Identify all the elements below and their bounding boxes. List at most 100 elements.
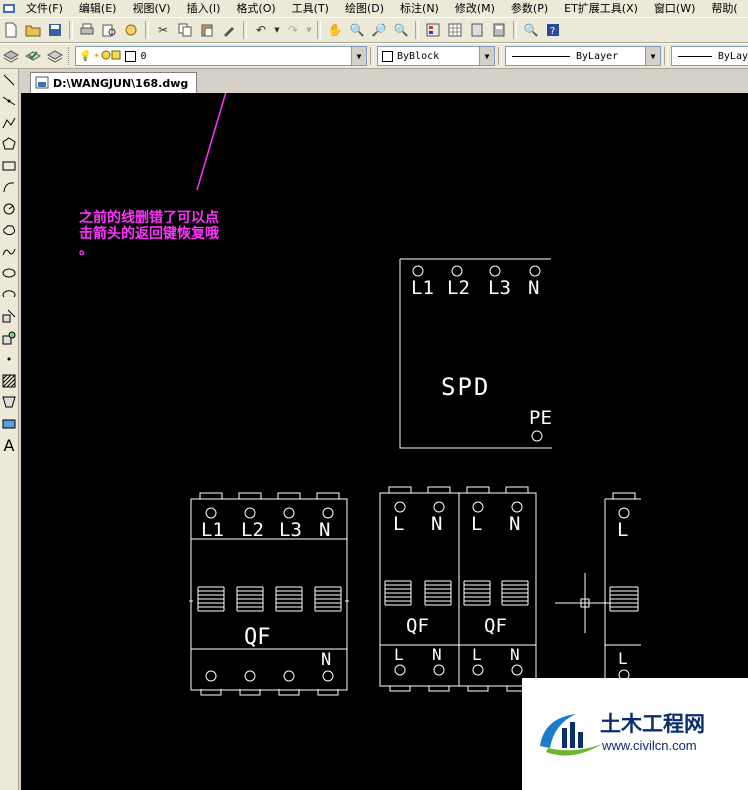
zoom-realtime-icon[interactable]: 🔍 [347,20,367,40]
polygon-icon[interactable] [0,134,18,156]
redo-dropdown-icon[interactable]: ▼ [305,20,313,40]
toolbar-grip [68,47,72,65]
zoom-icon[interactable]: 🔍 [521,20,541,40]
ellipse-icon[interactable] [0,263,18,285]
menu-window[interactable]: 窗口(W) [646,0,703,17]
qf1-bottom-label: L [618,649,628,668]
lineweight-dropdown[interactable]: ByLay [671,46,748,66]
menu-tools[interactable]: 工具(T) [284,0,337,17]
watermark-url: www.civilcn.com [602,738,697,753]
menu-draw[interactable]: 绘图(D) [337,0,392,17]
save-icon[interactable] [45,20,65,40]
qf4-label: QF [244,625,271,650]
toolbar-separator [513,21,517,39]
qf2a-bottom-label: N [432,645,442,664]
qf4-bottom-label: N [321,650,332,670]
pan-icon[interactable]: ✋ [325,20,345,40]
construction-line-icon[interactable] [0,91,18,113]
calculator-icon[interactable] [489,20,509,40]
hatch-icon[interactable] [0,370,18,392]
qf2b-bottom-label: N [510,645,520,664]
point-icon[interactable] [0,349,18,371]
circle-icon[interactable] [0,198,18,220]
new-icon[interactable] [1,20,21,40]
watermark-title: 土木工程网 [600,712,705,736]
layer-freeze-icon: ☀ [93,50,100,62]
document-tab[interactable]: D:\WANGJUN\168.dwg [30,72,198,93]
ellipse-arc-icon[interactable] [0,284,18,306]
spline-icon[interactable] [0,241,18,263]
app-menu-icon[interactable] [0,1,18,16]
rectangle-icon[interactable] [0,155,18,177]
menu-view[interactable]: 视图(V) [124,0,178,17]
qf2a-terminal-label: L [393,513,405,535]
qf4-terminal-label: L3 [279,519,302,541]
qf2a-bottom-label: L [394,645,404,664]
toolbar-separator [145,21,149,39]
open-icon[interactable] [23,20,43,40]
menu-help[interactable]: 帮助( [703,0,745,17]
chevron-down-icon[interactable]: ▼ [479,47,494,65]
layer-dropdown[interactable]: 💡 ☀ 0 ▼ [75,46,367,66]
cut-icon[interactable]: ✂ [153,20,173,40]
region-icon[interactable] [0,413,18,435]
print-preview-icon[interactable] [99,20,119,40]
help-icon[interactable]: ? [543,20,563,40]
undo-icon[interactable]: ↶ [251,20,271,40]
toolbar-separator [317,21,321,39]
menu-file[interactable]: 文件(F) [18,0,71,17]
zoom-window-icon[interactable]: 🔎 [369,20,389,40]
linetype-dropdown[interactable]: ByLayer ▼ [505,46,661,66]
menu-dimension[interactable]: 标注(N) [392,0,447,17]
drawing-canvas[interactable]: L1 L2 L3 N SPD PE L1 L2 L3 N QF N L N QF… [21,93,748,790]
revision-cloud-icon[interactable] [0,220,18,242]
publish-icon[interactable] [121,20,141,40]
document-tab-strip: D:\WANGJUN\168.dwg [22,69,748,93]
make-block-icon[interactable] [0,327,18,349]
qf2b-label: QF [484,615,507,637]
tool-palettes-icon[interactable] [467,20,487,40]
standard-toolbar: ✂ ↶ ▼ ↷ ▼ ✋ 🔍 🔎 🔍 🔍 ? [0,17,748,43]
copy-icon[interactable] [175,20,195,40]
crosshair-cursor [555,573,613,633]
menu-insert[interactable]: 插入(I) [179,0,229,17]
redo-icon[interactable]: ↷ [283,20,303,40]
qf4-handles [197,586,342,612]
annotation-arrow [196,93,227,191]
dwg-file-icon [35,76,49,89]
toolbar-separator [498,47,502,65]
qf2a-block[interactable] [379,486,460,692]
arc-icon[interactable] [0,177,18,199]
menu-modify[interactable]: 修改(M) [447,0,503,17]
menu-parameters[interactable]: 参数(P) [503,0,556,17]
layer-color-swatch [125,50,137,62]
layer-lock-icon [101,50,111,63]
paste-icon[interactable] [197,20,217,40]
toolbar-separator [243,21,247,39]
menu-edit[interactable]: 编辑(E) [71,0,125,17]
chevron-down-icon[interactable]: ▼ [351,47,366,65]
print-icon[interactable] [77,20,97,40]
make-current-icon[interactable] [23,46,43,66]
layer-previous-icon[interactable] [45,46,65,66]
undo-dropdown-icon[interactable]: ▼ [273,20,281,40]
gradient-icon[interactable] [0,392,18,414]
menu-bar: 文件(F) 编辑(E) 视图(V) 插入(I) 格式(O) 工具(T) 绘图(D… [0,0,748,17]
insert-block-icon[interactable] [0,306,18,328]
chevron-down-icon[interactable]: ▼ [645,47,660,65]
color-value: ByBlock [397,50,440,62]
linetype-sample [512,55,570,57]
design-center-icon[interactable] [445,20,465,40]
polyline-icon[interactable] [0,112,18,134]
match-properties-icon[interactable] [219,20,239,40]
layer-manager-icon[interactable] [1,46,21,66]
color-dropdown[interactable]: ByBlock ▼ [377,46,495,66]
menu-express-tools[interactable]: ET扩展工具(X) [556,0,646,17]
text-icon[interactable]: A [0,435,18,457]
line-icon[interactable] [0,69,18,91]
properties-icon[interactable] [423,20,443,40]
annotation-note: 之前的线删错了可以点 击箭头的返回键恢复哦 。 [79,210,219,258]
qf4-terminal-label: L2 [241,519,264,541]
menu-format[interactable]: 格式(O) [228,0,283,17]
zoom-previous-icon[interactable]: 🔍 [391,20,411,40]
